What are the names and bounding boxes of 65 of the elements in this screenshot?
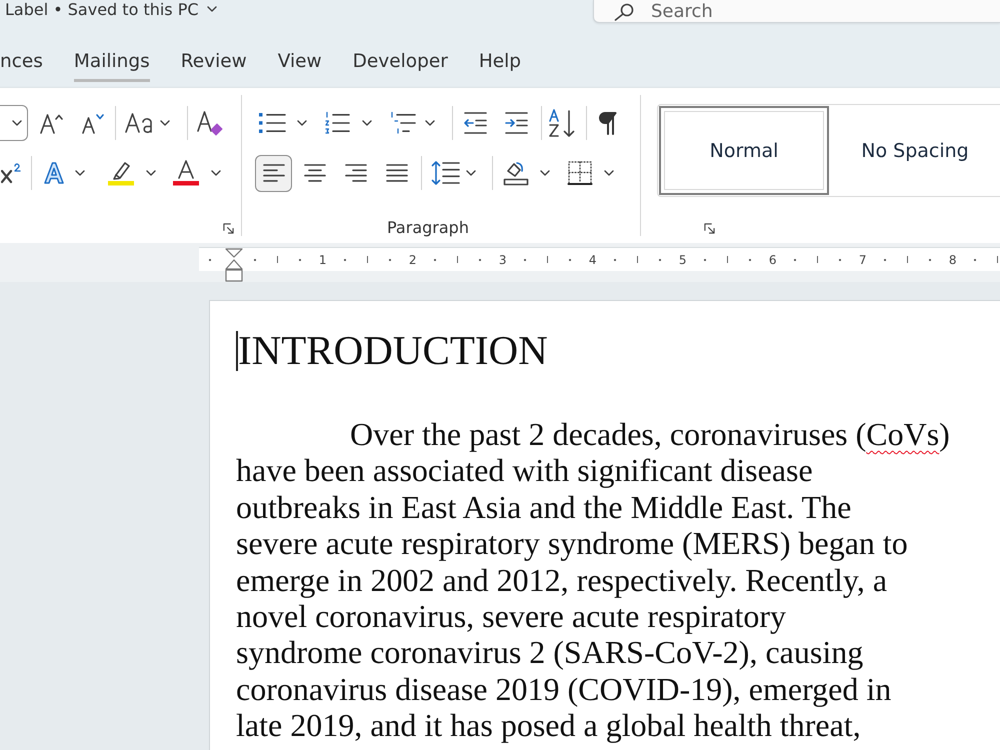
ruler-number: 4 [588,252,597,266]
caret-icon[interactable] [160,120,170,126]
outlined-letter-icon[interactable] [42,161,66,185]
line-spacing-icon[interactable] [430,160,460,186]
style-item[interactable]: No Spacing [829,106,1000,195]
ruler-tick [457,256,458,263]
ruler-tick [997,256,998,263]
ruler-number: 7 [858,252,867,266]
ribbon-tab[interactable]: Help [478,46,522,82]
numbered-list-icon[interactable] [324,111,350,135]
pilcrow-icon[interactable] [598,111,617,135]
ruler-tick [637,256,638,263]
ruler-number: 1 [318,252,327,266]
document-title[interactable]: Label • Saved to this PC [0,0,199,20]
letter-down-caret-icon[interactable] [81,111,105,135]
caret-icon[interactable] [146,170,156,176]
caret-icon[interactable] [466,170,476,176]
superscript-icon[interactable] [1,161,23,185]
document-heading: INTRODUCTION [238,327,548,374]
ribbon-tab[interactable]: Review [180,46,247,82]
group-label: Paragraph [387,218,469,238]
ruler-tick [817,256,818,263]
multilevel-list-icon[interactable] [390,111,416,135]
ruler-number: 2 [408,252,417,266]
dotted-grid-icon[interactable] [566,160,593,186]
caret-icon[interactable] [425,120,435,126]
search-field[interactable]: Search [593,0,1000,23]
caret-icon[interactable] [297,120,307,126]
ruler-number: 3 [498,252,507,266]
increase-indent-icon[interactable] [504,111,529,135]
ruler-tick [367,256,368,263]
caret-icon[interactable] [12,120,22,126]
ruler-number: 6 [768,252,777,266]
ribbon-tab[interactable]: Developer [352,46,448,82]
ruler-number: 8 [948,252,957,266]
ruler-number: 5 [678,252,687,266]
corner-arrow-icon[interactable] [223,222,234,234]
ruler-tick [277,256,278,263]
ruler-tick [547,256,548,263]
paint-bucket-icon[interactable] [502,160,529,186]
chevron-down-icon[interactable] [206,6,217,12]
style-item[interactable]: Normal [659,106,829,195]
bullets-icon[interactable] [258,111,286,135]
caret-icon[interactable] [362,120,372,126]
ribbon-tab[interactable]: Mailings [74,46,150,82]
letter-up-caret-icon[interactable] [38,111,64,135]
caret-icon[interactable] [540,170,550,176]
align-left-button[interactable] [255,154,292,192]
indent-marker-icon[interactable] [225,248,243,282]
font-size-field[interactable] [0,105,28,141]
ruler-tick [907,256,908,263]
caret-icon[interactable] [75,170,85,176]
ruler-tick [727,256,728,263]
caret-icon[interactable] [604,170,614,176]
sort-az-icon[interactable] [548,109,577,137]
search-icon [614,3,634,21]
decrease-indent-icon[interactable] [463,111,488,135]
corner-arrow-icon[interactable] [704,222,715,234]
caret-icon[interactable] [211,170,221,176]
highlighter-icon[interactable] [107,160,135,186]
ribbon-tab[interactable]: nces [0,46,43,82]
ribbon-tab[interactable]: View [278,46,322,82]
font-color-icon[interactable] [172,160,200,186]
letter-eraser-icon[interactable] [196,110,224,136]
body-paragraph: Over the past 2 decades, coronaviruses (CoVs) have been associated with significant disease outbreaks in East Asia and the Middle East. The severe acute respiratory syndrome (MERS) began to emerge in 2002 and 2012, respectively. Recently, a novel coronavirus, severe acute respiratory syndrome coronavirus 2 (SARS-CoV-2), causing coronavirus disease 2019 (COVID-19), emerged in late 2019, and it has posed a global health threat, [236,416,951,744]
